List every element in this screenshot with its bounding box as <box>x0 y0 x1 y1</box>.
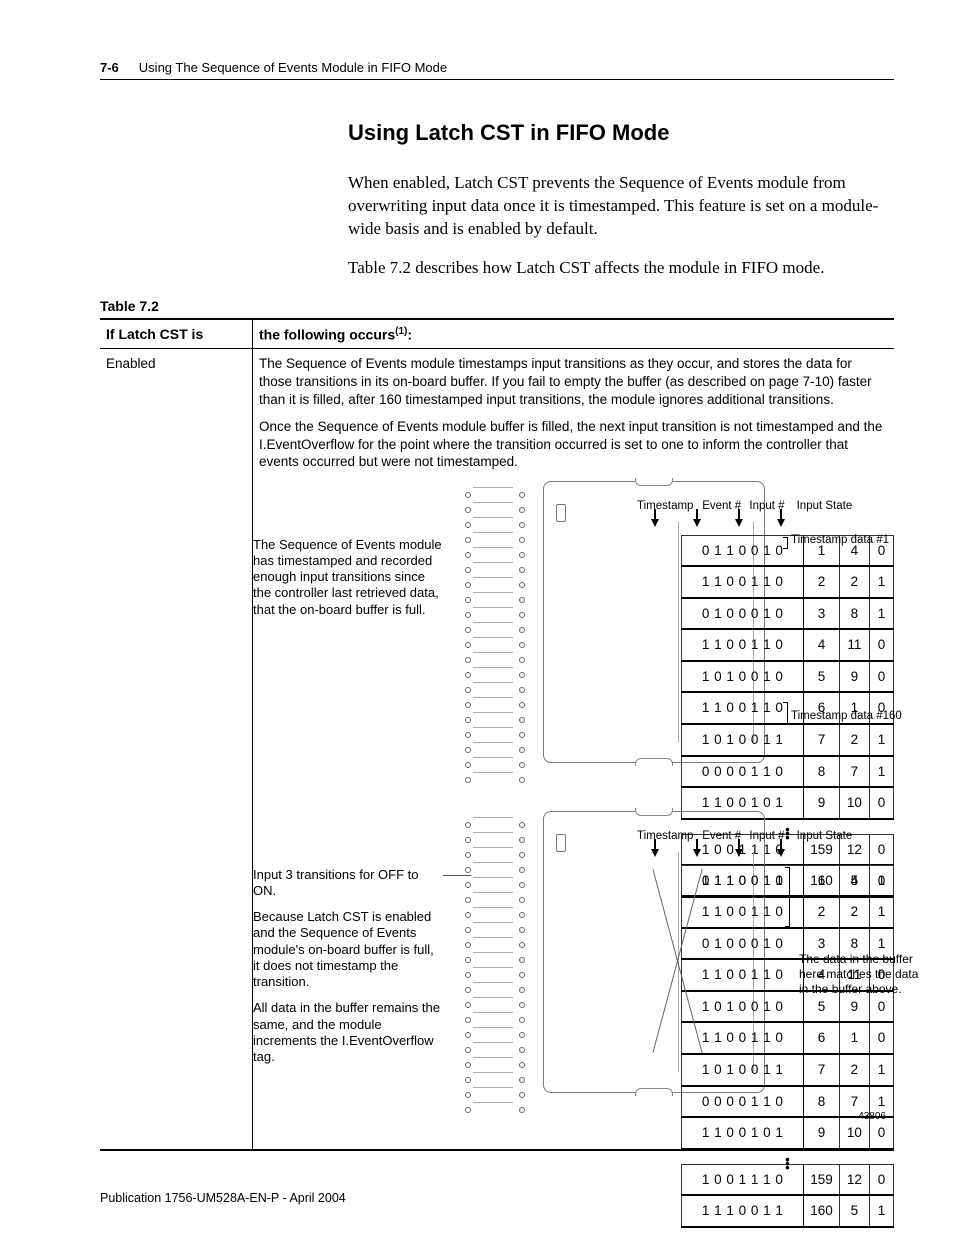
diag1-annot-left: The Sequence of Events module has timest… <box>253 537 443 618</box>
diag2-annot-right: The data in the buffer here matches the … <box>799 952 919 997</box>
row1-col1: Enabled <box>100 349 253 477</box>
diag1-rack <box>473 487 513 767</box>
figure-reference: 43806 <box>858 1110 886 1123</box>
col-timestamp: Timestamp <box>637 829 699 844</box>
body-para-1: When enabled, Latch CST prevents the Seq… <box>348 172 894 241</box>
diag2-annot-left-c: All data in the buffer remains the same,… <box>253 1000 443 1065</box>
row1-col2-p1: The Sequence of Events module timestamps… <box>259 355 888 408</box>
diag2-annot-left: Input 3 transitions for OFF to ON. Becau… <box>253 867 443 1066</box>
diag2-annot-left-b: Because Latch CST is enabled and the Seq… <box>253 909 443 990</box>
running-title: Using The Sequence of Events Module in F… <box>139 60 447 75</box>
diagram-cell: The Sequence of Events module has timest… <box>253 477 895 1150</box>
col-timestamp: Timestamp <box>637 499 699 514</box>
diagram-1: The Sequence of Events module has timest… <box>253 477 894 787</box>
latch-cst-table: If Latch CST is the following occurs(1):… <box>100 318 894 1151</box>
diag2-annot-left-a: Input 3 transitions for OFF to ON. <box>253 867 443 900</box>
table-label: Table 7.2 <box>100 298 894 314</box>
bracket-icon <box>779 702 788 724</box>
diag1-col-heads: Timestamp Event # Input # Input State <box>637 499 852 514</box>
row1-col2-p2: Once the Sequence of Events module buffe… <box>259 418 888 471</box>
diag1-side-bottom: Timestamp data #160 <box>791 709 902 724</box>
footer-publication: Publication 1756-UM528A-EN-P - April 200… <box>100 1191 346 1205</box>
diagram-2: Input 3 transitions for OFF to ON. Becau… <box>253 807 894 1127</box>
diag1-side-top: Timestamp data #1 <box>791 533 889 548</box>
th2-post: : <box>407 326 412 342</box>
page-number: 7-6 <box>100 60 119 75</box>
header-rule <box>100 79 894 80</box>
bracket-icon <box>781 867 790 927</box>
diag2-col-heads: Timestamp Event # Input # Input State <box>637 829 852 844</box>
col-input: Input # <box>749 829 793 844</box>
table-head-col1: If Latch CST is <box>100 319 253 349</box>
th2-sup: (1) <box>395 326 407 337</box>
diag2-rack <box>473 817 513 1097</box>
col-state: Input State <box>797 829 853 844</box>
running-header: 7-6 Using The Sequence of Events Module … <box>100 60 894 75</box>
col-input: Input # <box>749 499 793 514</box>
th2-pre: the following occurs <box>259 326 395 342</box>
col-state: Input State <box>797 499 853 514</box>
body-para-2: Table 7.2 describes how Latch CST affect… <box>348 257 894 280</box>
section-title: Using Latch CST in FIFO Mode <box>348 120 894 146</box>
row1-col2: The Sequence of Events module timestamps… <box>253 349 895 477</box>
bracket-icon <box>779 537 788 549</box>
table-head-col2: the following occurs(1): <box>253 319 895 349</box>
